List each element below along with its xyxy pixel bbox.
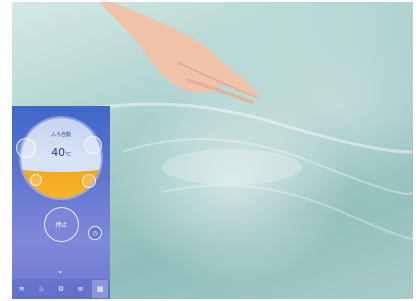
app-screen: ふろ自動 40℃ 停止 ◷ ⌄ ≋ ♨ ⚙ ≡ ▦ [12,106,110,299]
bath-icon: ♨ [38,285,45,293]
stop-button[interactable]: 停止 [44,207,79,242]
wifi-icon: ≋ [18,285,25,293]
bubble-decoration [16,138,36,158]
remote-icon: ▦ [96,285,104,293]
hand-shape [100,2,260,98]
nav-item-bath[interactable]: ♨ [33,280,49,298]
timer-button[interactable]: ◷ [88,226,102,240]
gear-icon: ⚙ [57,285,65,293]
nav-item-menu[interactable]: ≡ [73,280,89,298]
bubble-decoration [84,136,102,154]
temperature-unit: ℃ [65,152,71,158]
temperature-value: 40 [51,146,66,159]
bubble-decoration [30,174,42,186]
nav-item-settings[interactable]: ⚙ [53,280,69,298]
menu-icon: ≡ [77,285,84,293]
nav-item-wifi[interactable]: ≋ [14,280,30,298]
bubble-decoration [82,174,96,188]
nav-item-remote[interactable]: ▦ [92,280,109,298]
chevron-down-icon[interactable]: ⌄ [57,266,64,275]
clock-icon: ◷ [92,229,98,237]
bottom-nav: ≋ ♨ ⚙ ≡ ▦ [12,279,110,299]
